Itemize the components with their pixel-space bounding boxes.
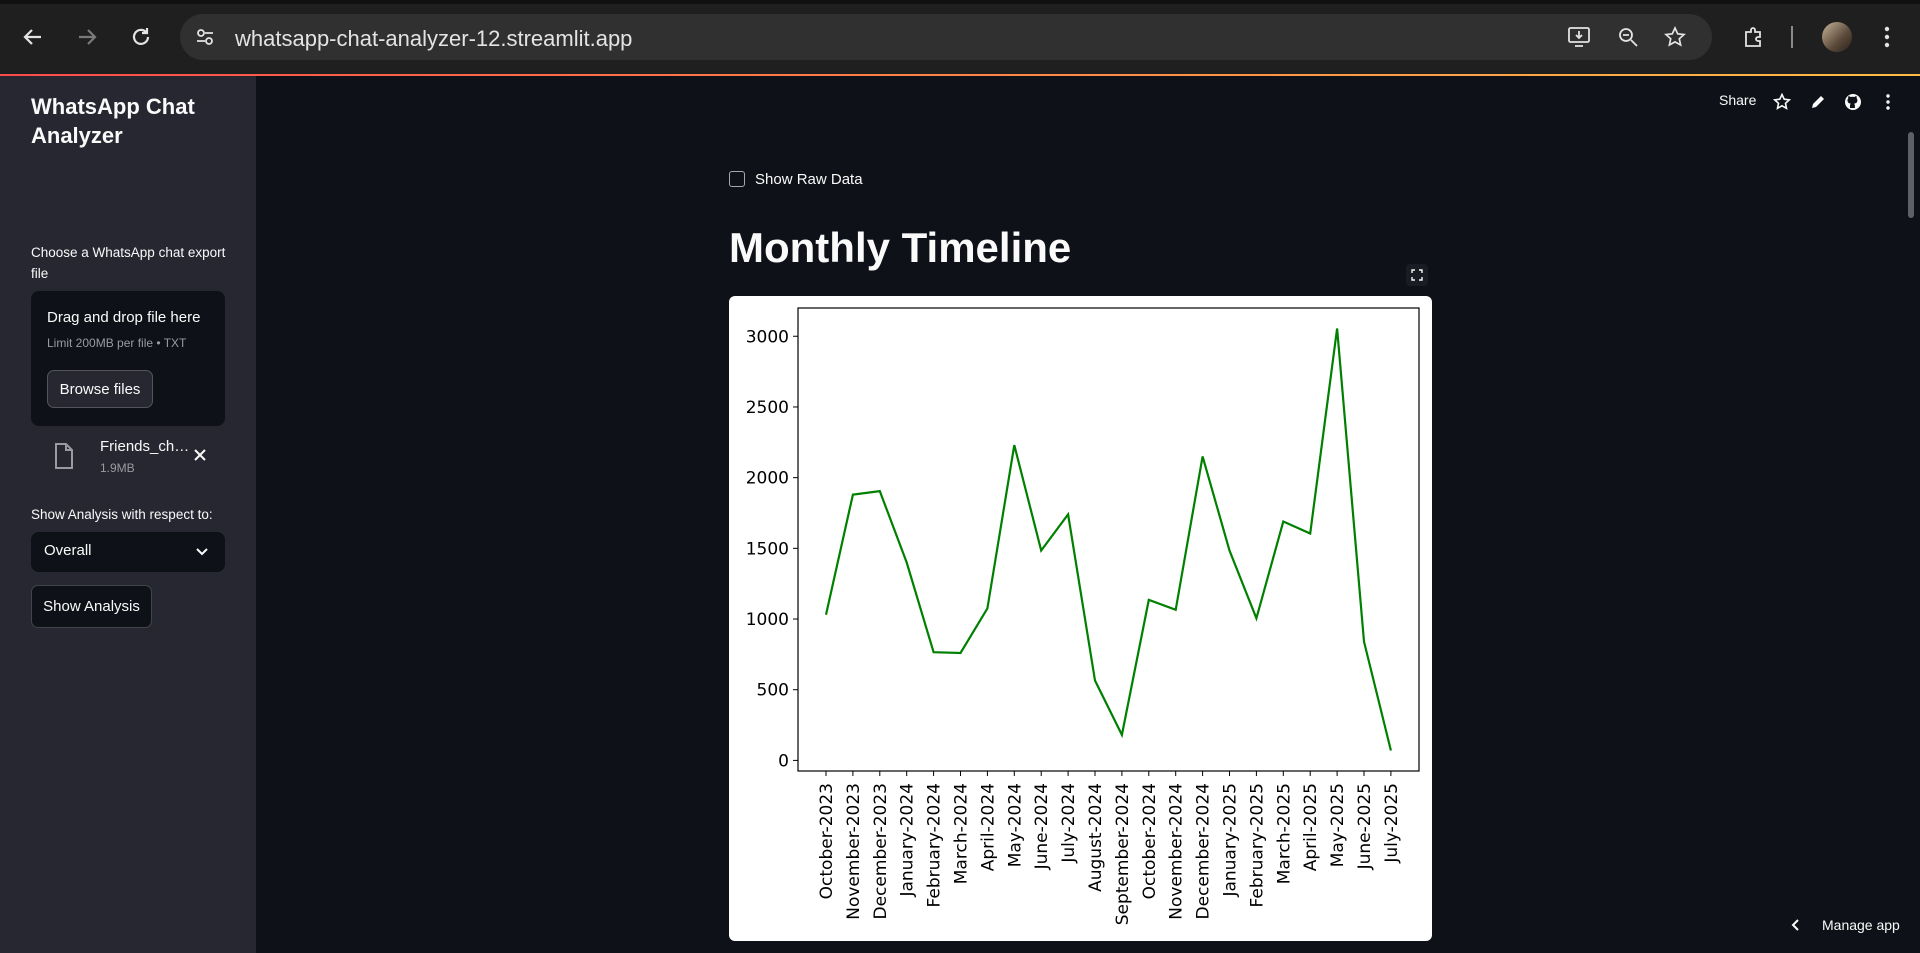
star-icon[interactable] [1772, 92, 1792, 112]
github-icon[interactable] [1843, 92, 1863, 112]
x-tick-label: February-2024 [925, 783, 945, 907]
series-line [824, 328, 1392, 751]
file-size: 1.9MB [100, 461, 135, 475]
show-analysis-button[interactable]: Show Analysis [31, 585, 152, 628]
checkbox-label: Show Raw Data [755, 170, 863, 188]
x-tick-label: January-2024 [898, 783, 918, 898]
x-tick-label: November-2023 [844, 783, 864, 920]
checkbox-box[interactable] [729, 171, 745, 187]
scrollbar[interactable] [1908, 132, 1914, 218]
app-decoration-bar [0, 74, 1920, 76]
select-label: Show Analysis with respect to: [31, 507, 213, 522]
file-icon [53, 442, 75, 474]
site-info-icon[interactable] [194, 26, 216, 48]
y-tick-label: 2500 [746, 398, 789, 418]
x-tick-label: December-2024 [1194, 783, 1214, 919]
browse-files-button[interactable]: Browse files [47, 370, 153, 408]
bookmark-star-icon[interactable] [1662, 24, 1688, 50]
uploaded-file: Friends_ch… 1.9MB [31, 436, 225, 486]
x-tick-label: July-2024 [1059, 783, 1079, 864]
file-name: Friends_ch… [100, 438, 190, 455]
profile-avatar[interactable] [1822, 22, 1852, 52]
select-value: Overall [44, 542, 92, 559]
y-tick-label: 3000 [746, 327, 789, 347]
zoom-icon[interactable] [1615, 24, 1641, 50]
file-dropzone[interactable]: Drag and drop file here Limit 200MB per … [31, 291, 225, 426]
x-tick-label: October-2024 [1140, 783, 1160, 899]
address-bar[interactable]: whatsapp-chat-analyzer-12.streamlit.app [180, 14, 1712, 60]
y-tick-label: 500 [757, 681, 789, 701]
browser-toolbar: whatsapp-chat-analyzer-12.streamlit.app [0, 0, 1920, 74]
x-tick-label: April-2024 [978, 783, 998, 871]
x-tick-label: March-2025 [1274, 783, 1294, 884]
fullscreen-icon[interactable] [1406, 264, 1428, 286]
share-button[interactable]: Share [1719, 92, 1756, 108]
install-app-icon[interactable] [1566, 24, 1592, 50]
app-menu-icon[interactable] [1878, 92, 1898, 112]
x-tick-label: November-2024 [1167, 783, 1187, 920]
x-tick-label: March-2024 [952, 783, 972, 884]
tab-strip [0, 0, 1920, 4]
x-tick-label: April-2025 [1301, 783, 1321, 871]
x-tick-label: August-2024 [1086, 783, 1106, 892]
extensions-icon[interactable] [1736, 20, 1770, 54]
browser-menu-icon[interactable] [1870, 20, 1904, 54]
url-text[interactable]: whatsapp-chat-analyzer-12.streamlit.app [235, 26, 632, 52]
y-tick-label: 1000 [746, 610, 789, 630]
x-tick-label: September-2024 [1113, 783, 1133, 925]
x-tick-label: May-2025 [1328, 783, 1348, 867]
y-tick-label: 2000 [746, 469, 789, 489]
reload-icon[interactable] [124, 20, 158, 54]
x-tick-label: February-2025 [1247, 783, 1267, 907]
back-icon[interactable] [16, 20, 50, 54]
x-tick-label: June-2024 [1032, 783, 1052, 870]
page-title: Monthly Timeline [729, 224, 1072, 271]
x-tick-label: May-2024 [1005, 783, 1025, 867]
toolbar-divider [1791, 26, 1793, 48]
forward-icon[interactable] [70, 20, 104, 54]
remove-file-icon[interactable] [189, 444, 211, 466]
chevron-down-icon [195, 543, 209, 562]
x-tick-label: January-2025 [1221, 783, 1241, 898]
manage-app-button[interactable]: Manage app [1790, 917, 1900, 933]
x-tick-label: December-2023 [871, 783, 891, 919]
chevron-left-icon [1791, 919, 1799, 931]
y-tick-label: 0 [778, 751, 789, 771]
analysis-select[interactable]: Overall [31, 532, 225, 572]
uploader-label: Choose a WhatsApp chat export file [31, 245, 226, 281]
x-tick-label: July-2025 [1382, 783, 1402, 864]
plot-frame [797, 307, 1420, 772]
dropzone-limit: Limit 200MB per file • TXT [47, 336, 187, 350]
show-raw-data-checkbox[interactable]: Show Raw Data [729, 168, 863, 190]
edit-icon[interactable] [1808, 92, 1828, 112]
monthly-timeline-chart: 0 500 1000 1500 2000 2500 3000 October-2023 Nove… [746, 307, 1420, 925]
y-tick-label: 1500 [746, 539, 789, 559]
chart-card: 0 500 1000 1500 2000 2500 3000 October-2023 Nove… [729, 296, 1432, 941]
x-tick-label: October-2023 [817, 783, 837, 899]
sidebar-title: WhatsApp Chat Analyzer [31, 94, 195, 148]
manage-app-label: Manage app [1822, 917, 1900, 933]
x-tick-label: June-2025 [1355, 783, 1375, 870]
dropzone-text: Drag and drop file here [47, 309, 201, 326]
